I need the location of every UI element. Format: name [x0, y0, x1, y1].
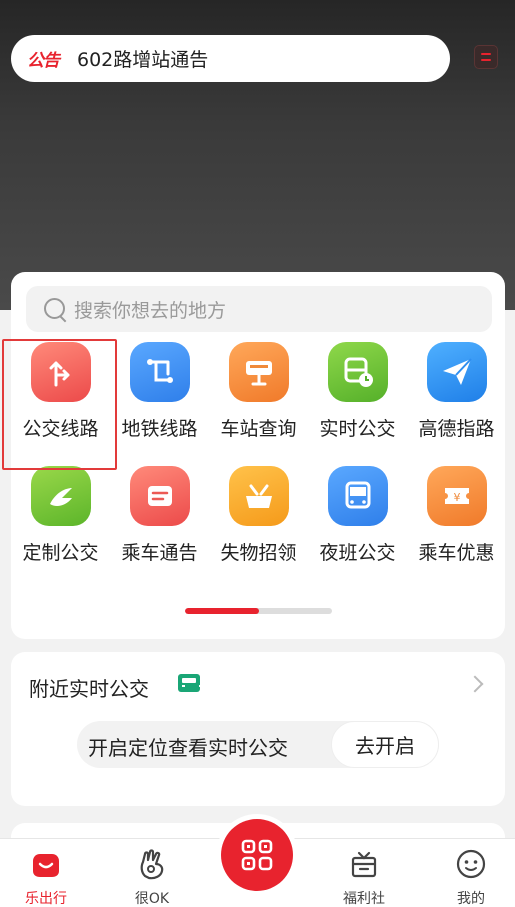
station-icon	[228, 342, 289, 402]
service-realtime-bus[interactable]: 实时公交	[308, 342, 407, 441]
realtime-bus-icon	[327, 342, 388, 402]
service-label: 乘车通告	[121, 542, 198, 564]
page-indicator-active	[185, 608, 259, 614]
page-indicator	[185, 608, 332, 614]
service-label: 实时公交	[319, 418, 396, 440]
service-ride-notice[interactable]: 乘车通告	[110, 466, 209, 565]
bus-icon	[178, 674, 202, 692]
svg-text:¥: ¥	[453, 491, 460, 504]
service-label: 乘车优惠	[418, 542, 495, 564]
metro-icon	[129, 342, 190, 402]
service-metro-lines[interactable]: 地铁线路	[110, 342, 209, 441]
coupon-icon: ¥	[426, 466, 487, 526]
search-bar[interactable]: 搜索你想去的地方	[26, 286, 492, 332]
home-icon	[6, 847, 86, 881]
service-amap-guide[interactable]: 高德指路	[407, 342, 506, 441]
service-label: 定制公交	[22, 542, 99, 564]
tab-label: 乐出行	[25, 891, 67, 907]
gift-box-icon	[324, 847, 404, 881]
nearby-title: 附近实时公交	[29, 677, 149, 701]
service-night-bus[interactable]: 夜班公交	[308, 466, 407, 565]
announcement-text[interactable]: 602路增站通告	[77, 45, 208, 72]
service-label: 失物招领	[220, 542, 297, 564]
qr-scan-button[interactable]	[221, 819, 293, 891]
selection-highlight	[2, 339, 117, 470]
nearby-bus-card: 附近实时公交 开启定位查看实时公交 去开启	[11, 652, 505, 806]
tab-home[interactable]: 乐出行	[6, 847, 86, 907]
tab-welfare[interactable]: 福利社	[324, 847, 404, 907]
tab-ok[interactable]: 很OK	[112, 847, 192, 907]
service-ride-discount[interactable]: ¥ 乘车优惠	[407, 466, 506, 565]
search-placeholder[interactable]: 搜索你想去的地方	[74, 296, 226, 323]
enable-location-button[interactable]: 去开启	[331, 721, 439, 768]
custom-bus-icon	[30, 466, 91, 526]
tab-mine[interactable]: 我的	[431, 847, 511, 907]
service-custom-bus[interactable]: 定制公交	[11, 466, 110, 565]
chevron-right-icon[interactable]	[466, 675, 484, 693]
qr-scan-icon	[241, 839, 273, 871]
service-label: 夜班公交	[319, 542, 396, 564]
search-icon	[42, 296, 68, 322]
tab-label: 很OK	[134, 891, 170, 907]
night-bus-icon	[327, 466, 388, 526]
menu-icon[interactable]	[474, 45, 498, 69]
tab-label: 我的	[457, 891, 485, 907]
service-label: 车站查询	[220, 418, 297, 440]
location-prompt: 开启定位查看实时公交 去开启	[77, 721, 439, 768]
ok-hand-icon	[112, 847, 192, 881]
lost-found-icon	[228, 466, 289, 526]
announcement-bar[interactable]: 公告 602路增站通告	[11, 35, 450, 82]
tab-label: 福利社	[343, 891, 385, 907]
location-prompt-text: 开启定位查看实时公交	[88, 736, 288, 760]
notice-board-icon	[129, 466, 190, 526]
service-label: 地铁线路	[121, 418, 198, 440]
announcement-tag: 公告	[27, 51, 60, 71]
paper-plane-icon	[426, 342, 487, 402]
profile-icon	[431, 847, 511, 881]
service-label: 高德指路	[418, 418, 495, 440]
service-lost-found[interactable]: 失物招领	[209, 466, 308, 565]
service-station-query[interactable]: 车站查询	[209, 342, 308, 441]
